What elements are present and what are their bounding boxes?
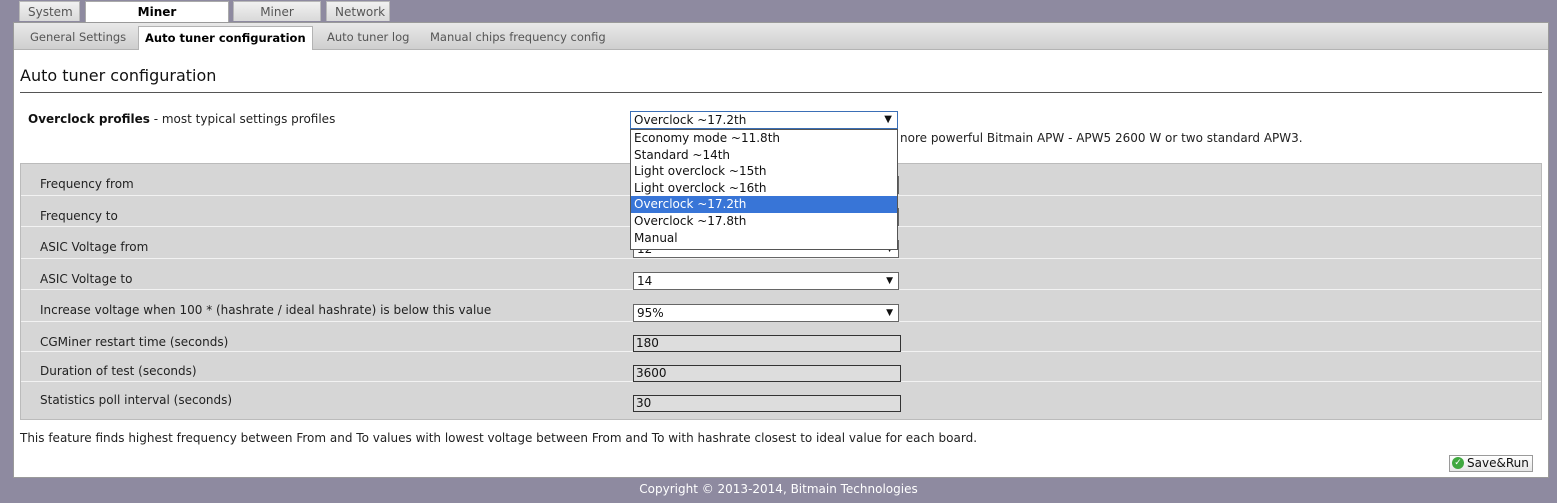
asic-voltage-to-label: ASIC Voltage to — [40, 272, 133, 286]
overclock-profiles-label: Overclock profiles - most typical settin… — [28, 112, 335, 126]
duration-of-test-input[interactable]: 3600 — [633, 365, 901, 382]
tab-miner-configuration[interactable]: Miner Configuration — [85, 1, 229, 39]
frequency-to-label: Frequency to — [40, 209, 118, 223]
row-increase-voltage: Increase voltage when 100 * (hashrate / … — [21, 289, 1541, 322]
chevron-down-icon: ▼ — [886, 276, 893, 286]
overclock-profiles-dropdown: Economy mode ~11.8th Standard ~14th Ligh… — [630, 129, 898, 250]
duration-of-test-label: Duration of test (seconds) — [40, 364, 197, 378]
increase-voltage-label: Increase voltage when 100 * (hashrate / … — [40, 303, 492, 317]
option-overclock-17-8[interactable]: Overclock ~17.8th — [631, 213, 897, 230]
tab-miner-status[interactable]: Miner Status — [233, 1, 321, 39]
save-and-run-button[interactable]: ✓ Save&Run — [1449, 455, 1533, 472]
asic-voltage-to-select[interactable]: 14 ▼ — [633, 272, 899, 290]
row-statistics-poll: Statistics poll interval (seconds) 30 — [21, 381, 1541, 419]
checkmark-icon: ✓ — [1452, 457, 1464, 469]
statistics-poll-input[interactable]: 30 — [633, 395, 901, 412]
overclock-note: nore powerful Bitmain APW - APW5 2600 W … — [900, 131, 1303, 145]
cgminer-restart-input[interactable]: 180 — [633, 335, 901, 352]
title-divider — [20, 92, 1542, 93]
increase-voltage-value: 95% — [637, 306, 664, 320]
tab-network[interactable]: Network — [326, 1, 390, 21]
asic-voltage-to-value: 14 — [637, 274, 653, 288]
statistics-poll-label: Statistics poll interval (seconds) — [40, 393, 233, 407]
overclock-label-bold: Overclock profiles — [28, 112, 150, 126]
overclock-label-desc: - most typical settings profiles — [149, 112, 336, 126]
row-cgminer-restart: CGMiner restart time (seconds) 180 — [21, 321, 1541, 352]
row-duration-of-test: Duration of test (seconds) 3600 — [21, 351, 1541, 382]
option-standard[interactable]: Standard ~14th — [631, 147, 897, 164]
cgminer-restart-label: CGMiner restart time (seconds) — [40, 335, 229, 349]
option-economy-mode[interactable]: Economy mode ~11.8th — [631, 130, 897, 147]
subtab-auto-tuner-log[interactable]: Auto tuner log — [321, 26, 415, 48]
copyright: Copyright © 2013-2014, Bitmain Technolog… — [639, 482, 918, 496]
row-asic-voltage-to: ASIC Voltage to 14 ▼ — [21, 258, 1541, 290]
increase-voltage-select[interactable]: 95% ▼ — [633, 304, 899, 322]
sub-tab-bar: General Settings Auto tuner configuratio… — [14, 23, 1548, 50]
subtab-auto-tuner-configuration[interactable]: Auto tuner configuration — [138, 26, 313, 50]
chevron-down-icon: ▼ — [886, 308, 893, 318]
option-manual[interactable]: Manual — [631, 230, 897, 247]
feature-description: This feature finds highest frequency bet… — [20, 431, 978, 445]
page-title: Auto tuner configuration — [20, 66, 217, 85]
subtab-manual-chips-frequency[interactable]: Manual chips frequency config — [424, 26, 612, 48]
option-light-overclock-15[interactable]: Light overclock ~15th — [631, 163, 897, 180]
frequency-from-label: Frequency from — [40, 177, 134, 191]
chevron-down-icon: ▼ — [884, 114, 892, 125]
overclock-selected-value: Overclock ~17.2th — [634, 113, 747, 127]
option-overclock-17-2[interactable]: Overclock ~17.2th — [631, 196, 897, 213]
asic-voltage-from-label: ASIC Voltage from — [40, 240, 149, 254]
save-and-run-label: Save&Run — [1467, 456, 1529, 470]
option-light-overclock-16[interactable]: Light overclock ~16th — [631, 180, 897, 197]
overclock-profiles-select[interactable]: Overclock ~17.2th ▼ — [630, 111, 898, 129]
subtab-general-settings[interactable]: General Settings — [24, 26, 132, 48]
tab-system[interactable]: System — [19, 1, 80, 21]
main-panel: General Settings Auto tuner configuratio… — [13, 22, 1549, 478]
